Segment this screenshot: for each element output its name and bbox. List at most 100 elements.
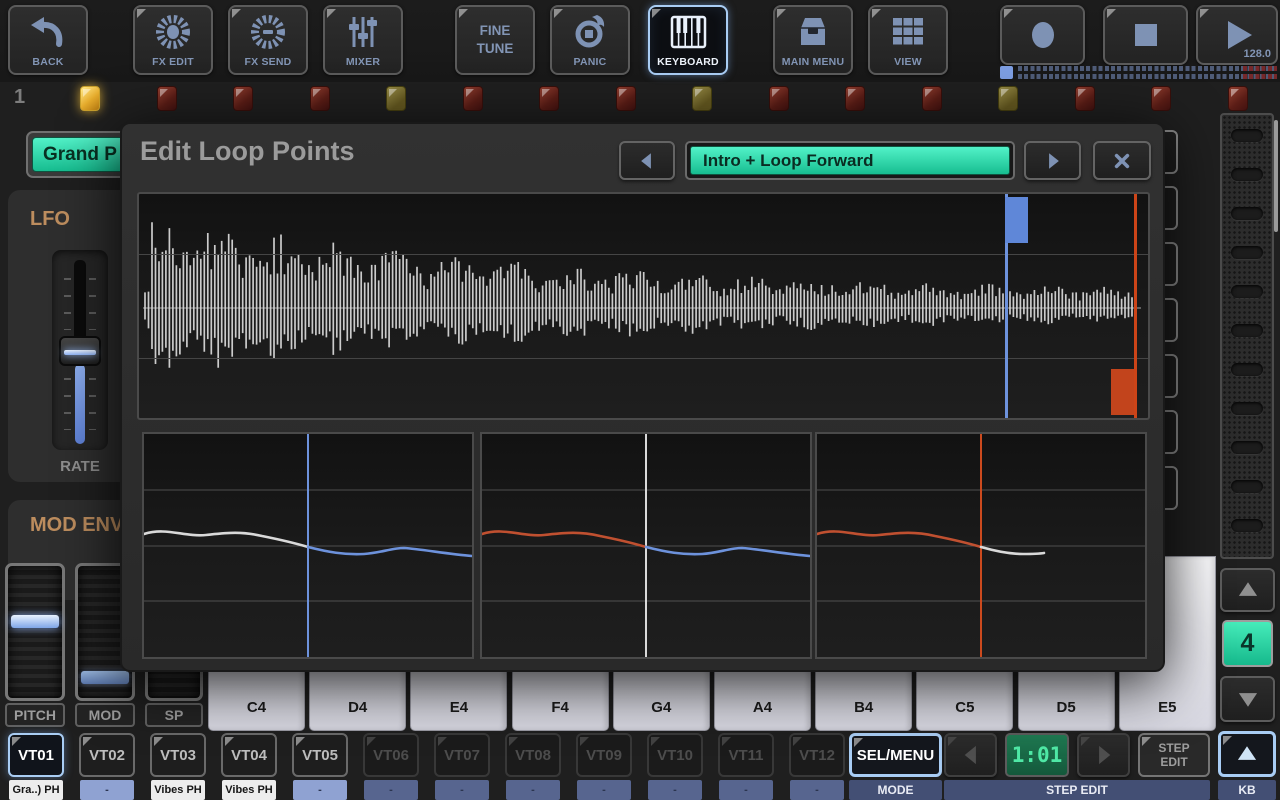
loop-mode-selector[interactable]: Intro + Loop Forward [685, 141, 1015, 180]
corner-fold-icon [948, 737, 957, 746]
track-button-VT08[interactable]: VT08 [505, 733, 561, 777]
step-gem-1 [80, 86, 100, 111]
song-position-cube [1000, 66, 1013, 79]
toolbar-button-main-menu[interactable]: MAIN MENU [773, 5, 853, 75]
top-toolbar: BACK FX EDIT FX SEND MIXER FINE TUNE PANIC KEY… [0, 0, 1280, 82]
slider-handle[interactable] [59, 336, 101, 366]
transport-play-button[interactable]: 128.0 [1196, 5, 1278, 65]
track-button-VT02[interactable]: VT02 [79, 733, 135, 777]
octave-up-button[interactable] [1220, 568, 1275, 612]
corner-fold-icon [1142, 737, 1151, 746]
track-button-VT05[interactable]: VT05 [292, 733, 348, 777]
toolbar-button-label: FINE TUNE [476, 22, 514, 56]
loop-mode-next-button[interactable] [1024, 141, 1081, 180]
track-button-VT11[interactable]: VT11 [718, 733, 774, 777]
left-triangle-icon [964, 745, 976, 765]
corner-fold-icon [232, 9, 241, 18]
step-gem-10 [768, 86, 789, 111]
track-button-VT07[interactable]: VT07 [434, 733, 490, 777]
crossfade-zoom[interactable] [480, 432, 812, 659]
kb-toggle-button[interactable] [1218, 731, 1276, 777]
scroll-ribbon[interactable] [1220, 113, 1274, 559]
toolbar-button-label: MIXER [345, 56, 381, 68]
corner-fold-icon [872, 9, 881, 18]
loop-start-zoom[interactable] [142, 432, 474, 659]
step-gem-15 [1151, 86, 1171, 111]
tempo-value: 128.0 [1243, 48, 1271, 60]
edit-loop-points-dialog: Edit Loop Points Intro + Loop Forward [120, 122, 1165, 672]
piano-key-label: F4 [551, 699, 569, 716]
toolbar-button-keyboard[interactable]: KEYBOARD [648, 5, 728, 75]
track-button-VT10[interactable]: VT10 [647, 733, 703, 777]
toolbar-button-fine-tune[interactable]: FINE TUNE [455, 5, 535, 75]
pitch-wheel[interactable] [5, 563, 65, 701]
lfo-rate-slider[interactable] [52, 250, 108, 450]
up-triangle-icon [1238, 582, 1257, 596]
track-button-VT06[interactable]: VT06 [363, 733, 419, 777]
wheel-label-sp[interactable]: SP [145, 703, 203, 727]
waveform [143, 222, 1141, 368]
transport-record-button[interactable] [1000, 5, 1085, 65]
toolbar-button-panic[interactable]: PANIC [550, 5, 630, 75]
transport-stop-button[interactable] [1103, 5, 1188, 65]
toolbar-button-view[interactable]: VIEW [868, 5, 948, 75]
toolbar-button-fx-edit[interactable]: FX EDIT [133, 5, 213, 75]
loop-end-handle[interactable] [1111, 369, 1134, 415]
pattern-position-bar-end [1243, 66, 1277, 71]
corner-fold-icon [438, 737, 447, 746]
track-button-VT01[interactable]: VT01 [8, 733, 64, 777]
ribbon-slot [1231, 480, 1263, 493]
record-circle-icon [1031, 22, 1054, 48]
piano-key-label: D5 [1056, 699, 1076, 716]
grid-line [139, 358, 1148, 359]
position-prev-button[interactable] [944, 733, 997, 777]
toolbar-button-fx-send[interactable]: FX SEND [228, 5, 308, 75]
track-button-VT04[interactable]: VT04 [221, 733, 277, 777]
track-button-label: VT04 [231, 746, 267, 764]
left-triangle-icon [641, 152, 651, 169]
fx-wheel-minus-icon [251, 15, 285, 49]
dialog-close-button[interactable] [1093, 141, 1151, 180]
ribbon-slot [1231, 129, 1263, 142]
pattern-position-bar[interactable] [1018, 74, 1277, 79]
octave-display[interactable]: 4 [1222, 620, 1273, 667]
loop-end-marker[interactable] [1134, 194, 1137, 418]
ribbon-slot [1231, 285, 1263, 298]
step-gem-5 [386, 86, 406, 111]
toolbar-button-mixer[interactable]: MIXER [323, 5, 403, 75]
pattern-position-bar[interactable] [1018, 66, 1277, 71]
toolbar-button-label: BACK [32, 56, 64, 68]
wheel-label-pitch[interactable]: PITCH [5, 703, 65, 727]
track-button-label: VT02 [89, 746, 125, 764]
step-gem-6 [462, 86, 483, 111]
toolbar-button-label: KEYBOARD [657, 56, 719, 68]
track-patch-strip-VT03: Vibes PH [151, 780, 205, 800]
loop-mode-value: Intro + Loop Forward [690, 146, 1010, 175]
step-gem-12 [921, 86, 942, 111]
zoom-waveform [817, 434, 1145, 657]
corner-fold-icon [12, 737, 21, 746]
loop-end-zoom[interactable] [815, 432, 1147, 659]
ribbon-slot [1231, 207, 1263, 220]
position-display[interactable]: 1:01 [1005, 733, 1069, 777]
track-button-VT09[interactable]: VT09 [576, 733, 632, 777]
waveform-overview[interactable] [137, 192, 1150, 420]
toolbar-button-back[interactable]: BACK [8, 5, 88, 75]
right-triangle-icon [1048, 152, 1059, 169]
ribbon-scrollbar[interactable] [1274, 120, 1278, 232]
corner-fold-icon [554, 9, 563, 18]
track-button-VT12[interactable]: VT12 [789, 733, 845, 777]
track-button-label: VT06 [373, 746, 409, 764]
mixer-sliders-icon [349, 17, 377, 47]
sel-menu-button[interactable]: SEL/MENU [849, 733, 942, 777]
piano-key-label: D4 [348, 699, 368, 716]
step-edit-button[interactable]: STEP EDIT [1138, 733, 1210, 777]
wheel-label-mod[interactable]: MOD [75, 703, 135, 727]
up-triangle-icon [1237, 746, 1257, 760]
loop-start-handle[interactable] [1005, 197, 1028, 243]
loop-mode-prev-button[interactable] [619, 141, 675, 180]
position-next-button[interactable] [1077, 733, 1130, 777]
step-gem-16 [1227, 86, 1248, 111]
octave-down-button[interactable] [1220, 676, 1275, 722]
track-button-VT03[interactable]: VT03 [150, 733, 206, 777]
